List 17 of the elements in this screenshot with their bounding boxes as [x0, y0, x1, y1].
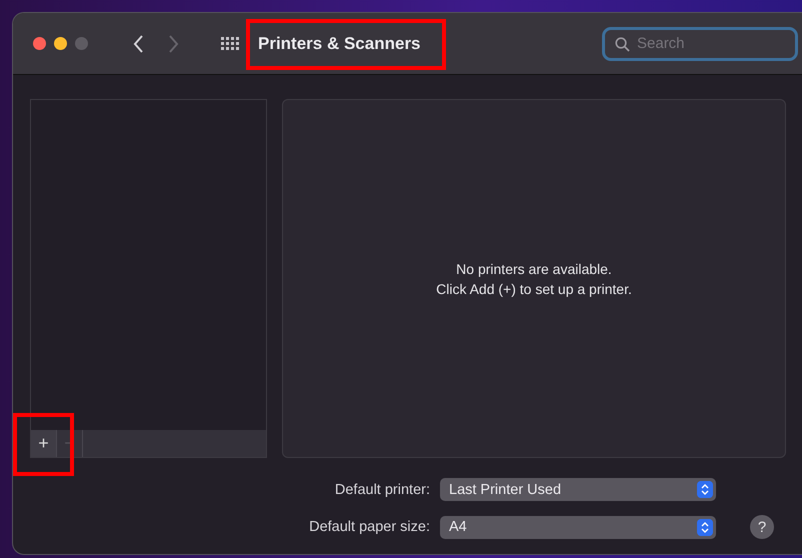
- add-button[interactable]: +: [31, 430, 57, 457]
- message-text: No printers are available.: [456, 260, 612, 278]
- popup-menu[interactable]: A4: [440, 516, 716, 538]
- grid-icon[interactable]: [221, 37, 239, 50]
- message-text: Click Add (+) to set up a printer.: [436, 280, 632, 298]
- help-button[interactable]: ?: [750, 515, 774, 539]
- setting-label: Default paper size:: [308, 519, 431, 535]
- popup-menu[interactable]: Last Printer Used: [440, 478, 716, 501]
- back-icon[interactable]: [133, 34, 144, 54]
- search-field[interactable]: Search: [602, 26, 798, 60]
- chevron-icon: [697, 518, 713, 536]
- close-icon[interactable]: [33, 37, 46, 50]
- search-icon: [615, 36, 630, 52]
- setting-label: Default printer:: [334, 482, 431, 498]
- minimize-icon[interactable]: [54, 37, 67, 50]
- chevron-icon: [697, 481, 713, 498]
- window-title: Printers & Scanners: [258, 34, 421, 54]
